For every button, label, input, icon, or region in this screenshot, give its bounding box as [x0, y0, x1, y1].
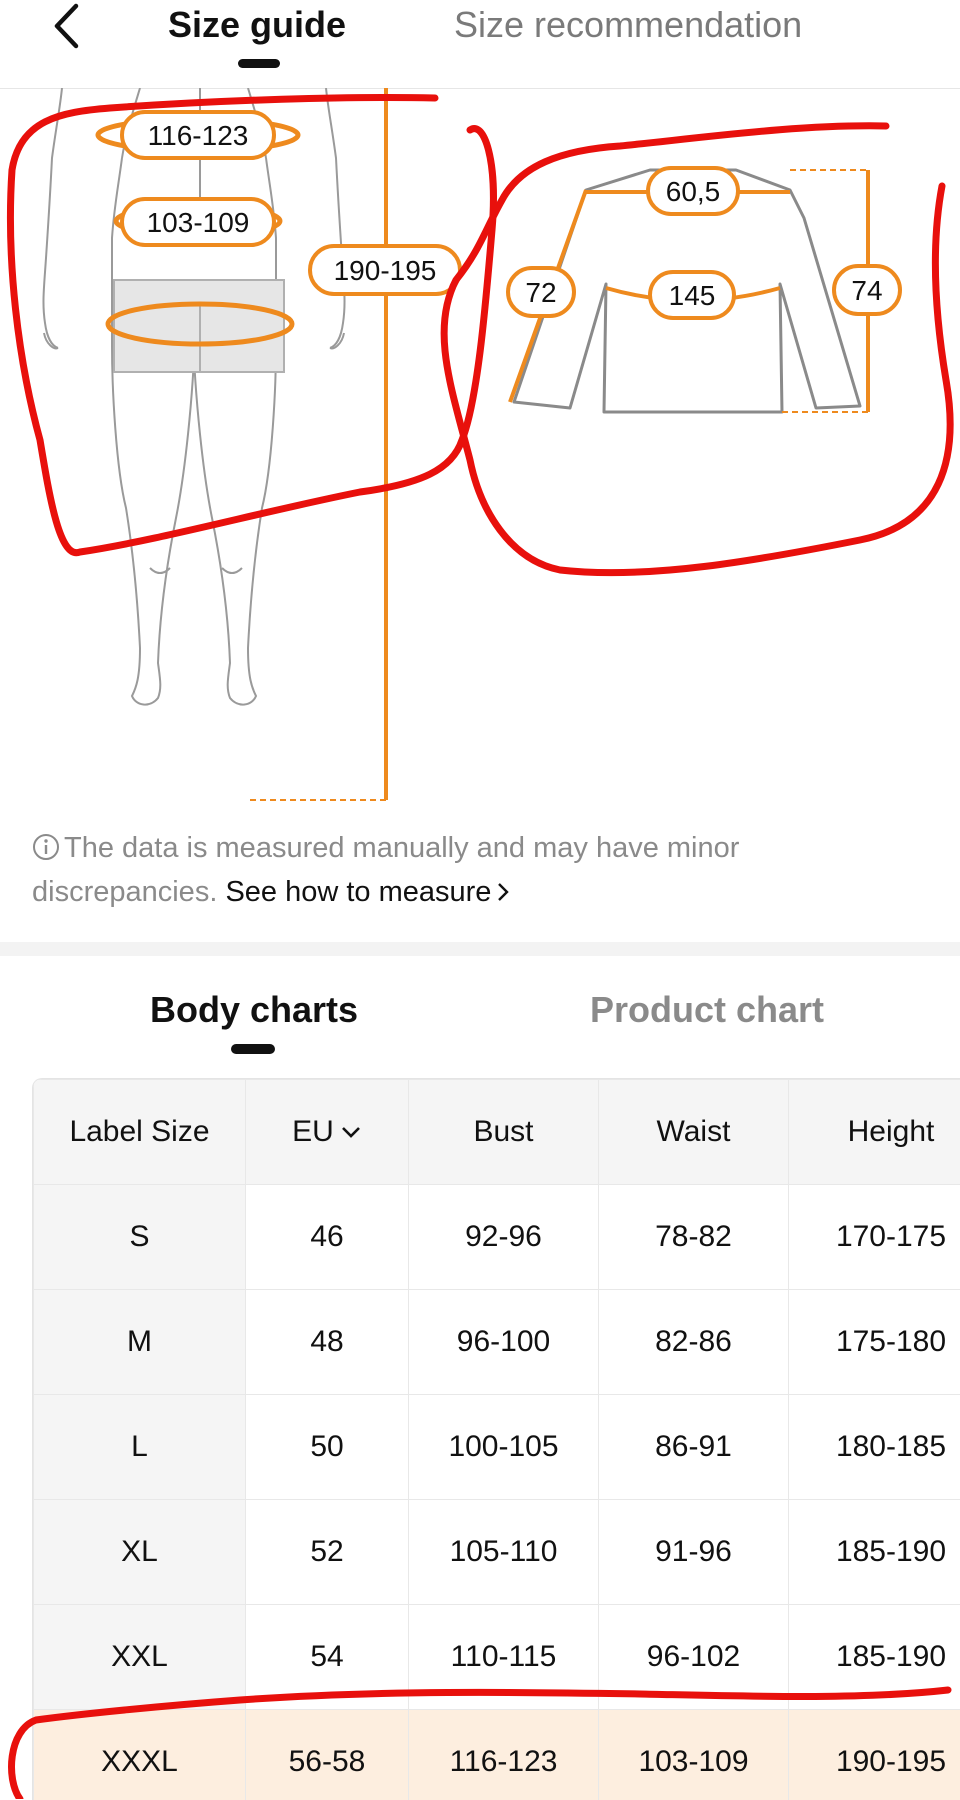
table-row: XXL 54 110-115 96-102 185-190	[34, 1605, 960, 1710]
svg-text:116-123: 116-123	[148, 120, 249, 151]
cell-height: 185-190	[789, 1500, 960, 1605]
top-bar: Size guide Size recommendation	[0, 0, 960, 89]
see-how-to-measure-link[interactable]: See how to measure	[225, 876, 511, 908]
cell-waist: 86-91	[599, 1395, 789, 1500]
cell-height: 180-185	[789, 1395, 960, 1500]
cell-bust: 116-123	[409, 1710, 599, 1800]
svg-text:74: 74	[851, 275, 882, 306]
chevron-down-icon	[340, 1125, 362, 1139]
body-figure	[43, 88, 344, 705]
tab-body-charts[interactable]: Body charts	[150, 985, 358, 1035]
cell-bust: 110-115	[409, 1605, 599, 1710]
header-bust: Bust	[409, 1080, 599, 1185]
header-waist: Waist	[599, 1080, 789, 1185]
cell-bust: 100-105	[409, 1395, 599, 1500]
svg-text:145: 145	[669, 280, 716, 311]
cell-waist: 96-102	[599, 1605, 789, 1710]
table-row: XL 52 105-110 91-96 185-190	[34, 1500, 960, 1605]
svg-text:60,5: 60,5	[666, 176, 721, 207]
cell-label-size: M	[34, 1290, 246, 1395]
cell-bust: 92-96	[409, 1185, 599, 1290]
header-height: Height	[789, 1080, 960, 1185]
table-row: L 50 100-105 86-91 180-185	[34, 1395, 960, 1500]
garment-label-length: 74	[834, 266, 900, 314]
cell-eu: 54	[246, 1605, 409, 1710]
cell-eu: 52	[246, 1500, 409, 1605]
body-label-bust: 116-123	[122, 112, 274, 158]
cell-label-size: XL	[34, 1500, 246, 1605]
cell-label-size: XXL	[34, 1605, 246, 1710]
table-header-row: Label Size EU Bust Waist Height	[34, 1080, 960, 1185]
back-button[interactable]	[44, 0, 88, 52]
tab-size-recommendation[interactable]: Size recommendation	[454, 0, 802, 52]
garment-label-sleeve: 72	[508, 268, 574, 316]
chart-tab-indicator	[231, 1044, 275, 1054]
cell-eu: 48	[246, 1290, 409, 1395]
cell-eu: 46	[246, 1185, 409, 1290]
cell-height: 170-175	[789, 1185, 960, 1290]
cell-waist: 78-82	[599, 1185, 789, 1290]
cell-label-size: L	[34, 1395, 246, 1500]
chevron-right-icon	[495, 880, 511, 904]
table-row: M 48 96-100 82-86 175-180	[34, 1290, 960, 1395]
table-row-highlighted: XXXL 56-58 116-123 103-109 190-195	[34, 1710, 960, 1800]
tab-size-guide[interactable]: Size guide	[168, 0, 346, 52]
cell-height: 175-180	[789, 1290, 960, 1395]
cell-label-size: S	[34, 1185, 246, 1290]
active-tab-indicator	[238, 59, 280, 68]
cell-bust: 96-100	[409, 1290, 599, 1395]
cell-bust: 105-110	[409, 1500, 599, 1605]
garment-label-shoulder: 60,5	[648, 168, 738, 214]
body-label-height: 190-195	[310, 246, 460, 294]
measurement-note: The data is measured manually and may ha…	[32, 828, 912, 912]
size-table: Label Size EU Bust Waist Height S 46 92-…	[32, 1078, 960, 1800]
cell-label-size: XXXL	[34, 1710, 246, 1800]
cell-waist: 91-96	[599, 1500, 789, 1605]
cell-eu: 56-58	[246, 1710, 409, 1800]
section-divider	[0, 942, 960, 956]
cell-height: 190-195	[789, 1710, 960, 1800]
chevron-left-icon	[52, 3, 80, 49]
cell-waist: 82-86	[599, 1290, 789, 1395]
svg-text:190-195: 190-195	[334, 255, 437, 286]
svg-text:72: 72	[525, 277, 556, 308]
info-icon	[32, 832, 60, 872]
measurement-illustration: 116-123 103-109 190-195 60,5 72	[0, 88, 960, 828]
cell-eu: 50	[246, 1395, 409, 1500]
tab-product-chart[interactable]: Product chart	[590, 985, 824, 1035]
table-row: S 46 92-96 78-82 170-175	[34, 1185, 960, 1290]
body-label-waist: 103-109	[122, 199, 274, 245]
header-label-size: Label Size	[34, 1080, 246, 1185]
cell-waist: 103-109	[599, 1710, 789, 1800]
header-eu[interactable]: EU	[246, 1080, 409, 1185]
svg-text:103-109: 103-109	[147, 207, 250, 238]
cell-height: 185-190	[789, 1605, 960, 1710]
garment-label-chest: 145	[650, 272, 734, 318]
